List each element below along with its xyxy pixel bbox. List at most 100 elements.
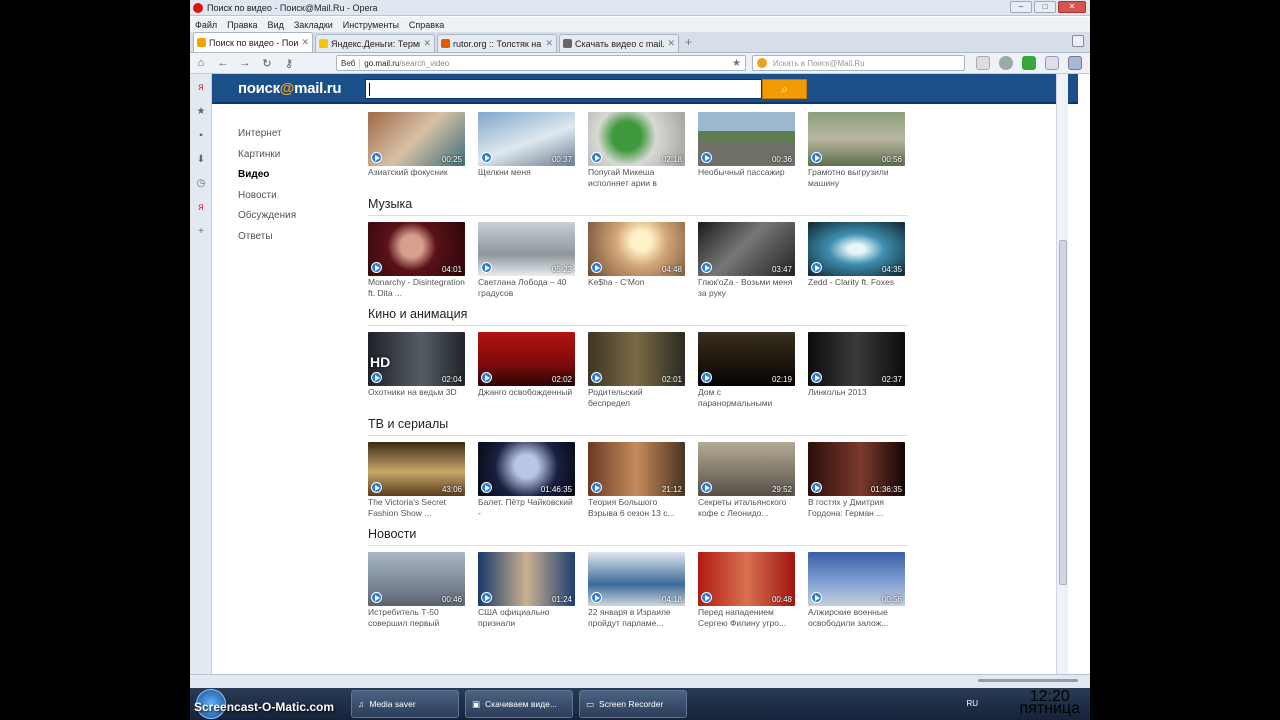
video-caption[interactable]: Линкольн 2013 <box>808 387 905 409</box>
tab-menu-icon[interactable] <box>1072 35 1084 47</box>
video-caption[interactable]: Охотники на ведьм 3D <box>368 387 465 409</box>
history-clock-icon[interactable]: ◷ <box>195 178 207 190</box>
play-icon[interactable] <box>591 592 602 603</box>
section-title[interactable]: Кино и анимация <box>368 307 908 326</box>
video-caption[interactable]: 22 января в Израиле пройдут парламе... <box>588 607 685 629</box>
play-icon[interactable] <box>811 482 822 493</box>
video-thumbnail[interactable]: 02:19 <box>698 332 795 386</box>
video-card[interactable]: 02:19 Дом с паранормальными <box>698 332 795 409</box>
video-thumbnail[interactable]: 05:23 <box>478 222 575 276</box>
video-thumbnail[interactable]: 01:24 <box>478 552 575 606</box>
play-icon[interactable] <box>701 482 712 493</box>
home-icon[interactable]: ⌂ <box>190 57 212 69</box>
video-card[interactable]: 00:37 Щелкни меня <box>478 112 575 189</box>
video-card[interactable]: 04:01 Monarchy - Disintegration ft. Dita … <box>368 222 465 299</box>
site-search-input[interactable] <box>365 79 762 99</box>
video-thumbnail[interactable]: 02:02 <box>478 332 575 386</box>
nav-discussions[interactable]: Обсуждения <box>238 206 296 227</box>
video-caption[interactable]: Дом с паранормальными <box>698 387 795 409</box>
page-scrollbar[interactable] <box>1056 74 1068 674</box>
clock[interactable]: 12:20 пятница <box>1020 689 1081 717</box>
menu-edit[interactable]: Правка <box>227 20 257 30</box>
video-thumbnail[interactable]: 00:36 <box>698 112 795 166</box>
maximize-button[interactable]: □ <box>1034 1 1056 13</box>
taskbar-screen-recorder[interactable]: ▭ Screen Recorder <box>579 690 687 718</box>
menu-tools[interactable]: Инструменты <box>343 20 399 30</box>
tab-close-icon[interactable]: ✕ <box>545 38 553 49</box>
nav-internet[interactable]: Интернет <box>238 124 296 145</box>
nav-video[interactable]: Видео <box>238 165 296 186</box>
video-thumbnail[interactable]: 29:52 <box>698 442 795 496</box>
video-card[interactable]: 02:02 Джанго освобожденный <box>478 332 575 409</box>
play-icon[interactable] <box>481 152 492 163</box>
play-icon[interactable] <box>701 152 712 163</box>
play-icon[interactable] <box>371 592 382 603</box>
video-caption[interactable]: Азиатский фокусник <box>368 167 465 189</box>
video-caption[interactable]: Родительский беспредел <box>588 387 685 409</box>
downloads-panel-icon[interactable]: ⬇ <box>195 154 207 166</box>
video-caption[interactable]: Секреты итальянского кофе с Леонидо... <box>698 497 795 519</box>
video-card[interactable]: 02:01 Родительский беспредел <box>588 332 685 409</box>
menu-file[interactable]: Файл <box>195 20 217 30</box>
play-icon[interactable] <box>591 482 602 493</box>
bookmarks-star-icon[interactable]: ★ <box>195 106 207 118</box>
play-icon[interactable] <box>371 372 382 383</box>
play-icon[interactable] <box>481 372 492 383</box>
close-window-button[interactable]: ✕ <box>1058 1 1086 13</box>
video-thumbnail[interactable]: 01:46:35 <box>478 442 575 496</box>
video-thumbnail[interactable]: 01:36:35 <box>808 442 905 496</box>
video-caption[interactable]: The Victoria's Secret Fashion Show ... <box>368 497 465 519</box>
play-icon[interactable] <box>811 372 822 383</box>
browser-search-field[interactable]: Искать в Поиск@Mail.Ru <box>752 55 965 71</box>
section-title[interactable]: Музыка <box>368 197 908 216</box>
section-title[interactable]: Новости <box>368 527 908 546</box>
notes-icon[interactable]: ▪ <box>195 130 207 142</box>
video-thumbnail[interactable]: 04:48 <box>588 222 685 276</box>
play-icon[interactable] <box>811 592 822 603</box>
play-icon[interactable] <box>811 152 822 163</box>
video-thumbnail[interactable]: 00:37 <box>478 112 575 166</box>
tab-yandex-money[interactable]: Яндекс.Деньги: Терми... ✕ <box>315 34 435 52</box>
video-card[interactable]: 43:06 The Victoria's Secret Fashion Show … <box>368 442 465 519</box>
scrollbar-thumb[interactable] <box>1059 240 1067 585</box>
play-icon[interactable] <box>701 262 712 273</box>
video-caption[interactable]: В гостях у Дмитрия Гордона: Герман ... <box>808 497 905 519</box>
video-caption[interactable]: Перед нападением Сергею Филину угро... <box>698 607 795 629</box>
video-caption[interactable]: Щелкни меня <box>478 167 575 189</box>
video-card[interactable]: 00:48 Перед нападением Сергею Филину угро… <box>698 552 795 629</box>
video-thumbnail[interactable]: 21:12 <box>588 442 685 496</box>
search-engine-icon[interactable] <box>757 58 767 68</box>
video-card[interactable]: 04:18 22 января в Израиле пройдут парламе… <box>588 552 685 629</box>
video-card[interactable]: 00:36 Необычный пассажир <box>698 112 795 189</box>
video-caption[interactable]: Истребитель Т-50 совершил первый <box>368 607 465 629</box>
language-indicator[interactable]: RU <box>966 699 978 708</box>
video-thumbnail[interactable]: 03:47 <box>698 222 795 276</box>
settings-icon[interactable] <box>999 56 1013 70</box>
video-thumbnail[interactable]: HD 02:04 <box>368 332 465 386</box>
nav-answers[interactable]: Ответы <box>238 227 296 248</box>
key-icon[interactable]: ⚷ <box>278 57 300 70</box>
reload-icon[interactable]: ↻ <box>256 57 278 70</box>
video-card[interactable]: 01:46:35 Балет. Пётр Чайковский - <box>478 442 575 519</box>
play-icon[interactable] <box>371 482 382 493</box>
video-caption[interactable]: Попугай Микеша исполняет арии в <box>588 167 685 189</box>
video-card[interactable]: 02:37 Линкольн 2013 <box>808 332 905 409</box>
section-title[interactable]: ТВ и сериалы <box>368 417 908 436</box>
video-thumbnail[interactable]: 00:46 <box>368 552 465 606</box>
tab-download-video[interactable]: Скачать видео с mail.ru ✕ <box>559 34 679 52</box>
play-icon[interactable] <box>371 262 382 273</box>
webmoney-icon[interactable] <box>976 56 990 70</box>
opera-logo-icon[interactable] <box>193 2 203 13</box>
video-caption[interactable]: Глюк'oZa - Возьми меня за руку <box>698 277 795 299</box>
video-card[interactable]: 00:46 Истребитель Т-50 совершил первый <box>368 552 465 629</box>
video-card[interactable]: 00:56 Грамотно выгрузили машину <box>808 112 905 189</box>
play-icon[interactable] <box>591 372 602 383</box>
video-thumbnail[interactable]: 04:18 <box>588 552 685 606</box>
video-card[interactable]: 05:23 Светлана Лобода – 40 градусов <box>478 222 575 299</box>
play-icon[interactable] <box>701 372 712 383</box>
tab-close-icon[interactable]: ✕ <box>667 38 675 49</box>
taskbar-download-video[interactable]: ▣ Скачиваем виде... <box>465 690 573 718</box>
video-caption[interactable]: США официально признали <box>478 607 575 629</box>
site-logo[interactable]: поиск@mail.ru <box>238 80 342 97</box>
video-caption[interactable]: Теория Большого Взрыва 6 сезон 13 с... <box>588 497 685 519</box>
